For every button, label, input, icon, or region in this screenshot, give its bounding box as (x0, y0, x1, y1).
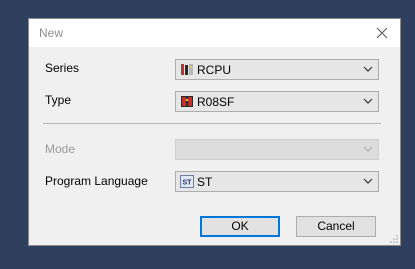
program-language-value: ST (197, 175, 213, 189)
chevron-down-icon (363, 146, 373, 152)
program-language-label: Program Language (45, 174, 148, 188)
ok-button[interactable]: OK (200, 216, 280, 237)
resize-grip-icon[interactable] (390, 235, 398, 243)
chevron-down-icon (363, 66, 373, 72)
type-dropdown[interactable]: R08SF (175, 91, 379, 112)
close-icon (376, 27, 388, 39)
r08sf-module-icon (181, 96, 193, 107)
type-label: Type (45, 93, 72, 107)
series-dropdown[interactable]: RCPU (175, 59, 379, 80)
mode-label: Mode (45, 142, 76, 156)
title-bar[interactable]: New (29, 19, 400, 47)
new-project-dialog: New Series RCPU Type R08SF Mode Program … (28, 18, 401, 246)
st-icon-text: ST (183, 180, 193, 187)
type-value: R08SF (197, 95, 235, 109)
chevron-down-icon (363, 178, 373, 184)
series-value: RCPU (197, 63, 232, 77)
dialog-title: New (39, 26, 64, 40)
rcpu-module-icon (181, 64, 193, 75)
mode-dropdown (175, 139, 379, 160)
st-language-icon: ST (180, 175, 194, 188)
close-button[interactable] (364, 19, 400, 47)
separator (43, 123, 381, 124)
cancel-button[interactable]: Cancel (296, 216, 376, 237)
chevron-down-icon (363, 98, 373, 104)
series-label: Series (45, 61, 80, 75)
program-language-dropdown[interactable]: ST ST (175, 171, 379, 192)
